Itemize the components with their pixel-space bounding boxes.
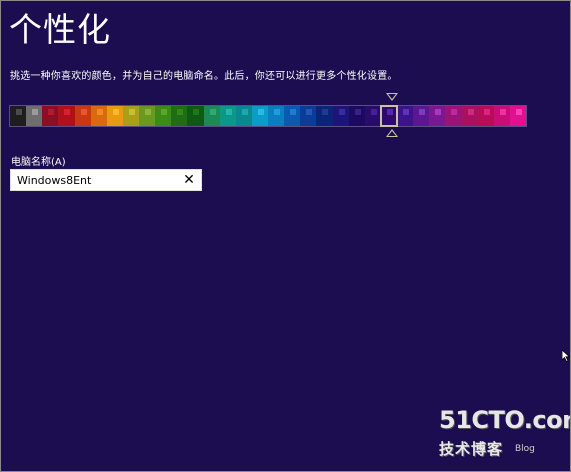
color-swatch-crimson[interactable] <box>461 106 478 126</box>
color-swatch-midnight[interactable] <box>348 106 365 126</box>
color-swatch-sea-green[interactable] <box>203 106 220 126</box>
color-swatch-green[interactable] <box>155 106 172 126</box>
swatch-accent <box>338 109 345 115</box>
swatch-accent <box>128 109 135 115</box>
swatch-accent <box>467 109 474 115</box>
color-swatch-indigo[interactable] <box>332 106 349 126</box>
swatch-accent <box>193 109 200 115</box>
swatch-accent <box>257 109 264 115</box>
swatch-accent <box>435 109 442 115</box>
swatch-accent <box>209 109 216 115</box>
color-swatch-royal-blue[interactable] <box>300 106 317 126</box>
color-swatch-berry[interactable] <box>445 106 462 126</box>
swatch-accent <box>451 109 458 115</box>
swatch-accent <box>225 109 232 115</box>
swatch-accent <box>145 109 151 115</box>
swatch-accent <box>16 109 22 115</box>
color-swatch-blue[interactable] <box>284 106 301 126</box>
color-swatch-black[interactable] <box>10 106 27 126</box>
swatch-accent <box>483 109 490 115</box>
color-swatch-hot-pink[interactable] <box>509 106 526 126</box>
color-swatch-violet[interactable] <box>379 105 399 127</box>
computer-name-label: 电脑名称(A) <box>11 157 66 168</box>
color-swatch-olive-green[interactable] <box>139 106 156 126</box>
personalize-screen: 个性化 挑选一种你喜欢的颜色，并为自己的电脑命名。此后，你还可以进行更多个性化设… <box>0 0 571 472</box>
computer-name-input[interactable] <box>17 170 177 190</box>
color-swatch-purple[interactable] <box>397 106 414 126</box>
swatch-accent <box>306 109 313 115</box>
site-watermark: 51CTO.com 技术博客 Blog <box>437 406 570 466</box>
color-swatch-red[interactable] <box>58 106 75 126</box>
color-swatch-cyan[interactable] <box>251 106 268 126</box>
swatch-accent <box>322 109 329 115</box>
swatch-accent <box>419 109 426 115</box>
color-swatch-sky[interactable] <box>268 106 285 126</box>
swatch-accent <box>499 109 506 115</box>
swatch-accent <box>403 109 409 115</box>
swatch-accent <box>274 109 280 115</box>
page-title: 个性化 <box>9 10 111 49</box>
swatch-accent <box>515 109 522 115</box>
watermark-subtitle: 技术博客 <box>439 440 504 458</box>
color-swatch-deep-purple[interactable] <box>364 106 381 126</box>
color-swatch-pink[interactable] <box>493 106 510 126</box>
mouse-cursor-icon <box>562 350 570 362</box>
swatch-accent <box>290 109 297 115</box>
swatch-accent <box>354 109 361 115</box>
swatch-accent <box>96 109 103 115</box>
color-swatch-plum[interactable] <box>413 106 430 126</box>
color-swatch-orange-red[interactable] <box>74 106 91 126</box>
swatch-accent <box>64 109 71 115</box>
color-swatch-orange[interactable] <box>90 106 107 126</box>
swatch-accent <box>241 109 248 115</box>
swatch-accent <box>370 109 377 115</box>
swatch-accent <box>177 109 184 115</box>
swatch-accent <box>48 109 55 115</box>
color-swatch-forest[interactable] <box>187 106 204 126</box>
color-swatch-yellow-olive[interactable] <box>122 106 139 126</box>
swatch-accent <box>112 109 119 115</box>
watermark-blog: Blog <box>515 444 535 454</box>
swatch-accent <box>386 109 393 115</box>
color-swatch-dark-red[interactable] <box>42 106 59 126</box>
color-swatch-dark-green[interactable] <box>171 106 188 126</box>
swatch-accent <box>80 109 87 115</box>
color-swatch-amber[interactable] <box>106 106 123 126</box>
color-palette[interactable] <box>9 105 527 127</box>
page-description: 挑选一种你喜欢的颜色，并为自己的电脑命名。此后，你还可以进行更多个性化设置。 <box>10 71 398 82</box>
color-swatch-navy[interactable] <box>316 106 333 126</box>
swatch-accent <box>32 109 39 115</box>
color-swatch-rose[interactable] <box>477 106 494 126</box>
watermark-logo: 51CTO.com <box>439 406 570 434</box>
color-swatch-teal-dark[interactable] <box>235 106 252 126</box>
color-swatch-magenta[interactable] <box>429 106 446 126</box>
selected-color-marker-bottom <box>386 129 398 137</box>
close-icon[interactable]: ✕ <box>180 171 198 189</box>
swatch-accent <box>161 109 168 115</box>
color-swatch-gray[interactable] <box>26 106 43 126</box>
color-swatch-teal[interactable] <box>219 106 236 126</box>
selected-color-marker-top <box>386 93 398 101</box>
computer-name-field[interactable]: ✕ <box>10 169 202 191</box>
